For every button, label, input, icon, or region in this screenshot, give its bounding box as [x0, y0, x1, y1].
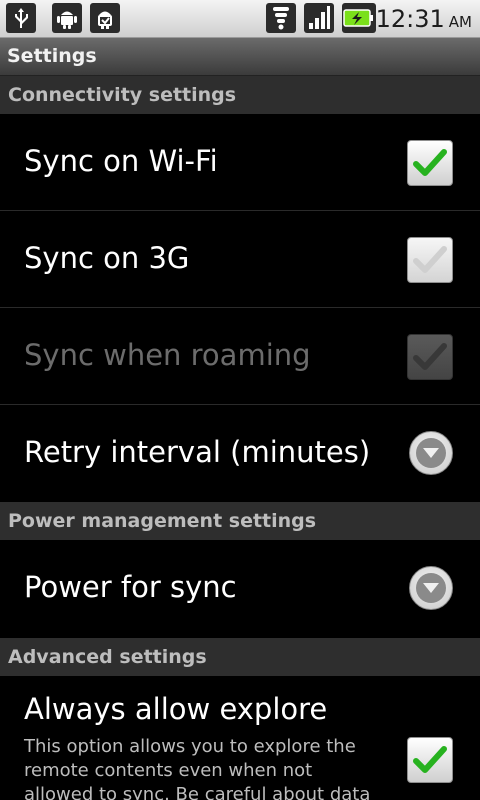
signal-icon [304, 3, 334, 33]
setting-label: Retry interval (minutes) [24, 435, 371, 469]
section-header-advanced: Advanced settings [0, 638, 480, 676]
clock: 12:31 AM [376, 3, 472, 35]
wifi-icon [266, 3, 296, 33]
setting-always-allow-explore[interactable]: Always allow explore This option allows … [0, 676, 480, 800]
setting-description: This option allows you to explore the re… [24, 736, 371, 800]
check-icon [413, 246, 447, 273]
section-header-power: Power management settings [0, 502, 480, 540]
retry-interval-dropdown[interactable] [409, 431, 453, 475]
setting-label: Always allow explore [24, 692, 328, 726]
setting-label: Sync when roaming [24, 338, 311, 372]
chevron-down-icon [416, 438, 446, 468]
battery-charging-icon [342, 3, 376, 33]
setting-retry-interval[interactable]: Retry interval (minutes) [0, 405, 480, 502]
setting-sync-3g[interactable]: Sync on 3G [0, 211, 480, 308]
setting-label: Sync on 3G [24, 241, 190, 275]
always-allow-explore-checkbox[interactable] [407, 737, 453, 783]
page-title: Settings [0, 38, 480, 76]
usb-icon [6, 3, 36, 33]
clock-ampm: AM [448, 13, 472, 31]
sync-roaming-checkbox [407, 334, 453, 380]
sync-wifi-checkbox[interactable] [407, 140, 453, 186]
android-icon [52, 3, 82, 33]
chevron-down-icon [416, 573, 446, 603]
setting-sync-wifi[interactable]: Sync on Wi-Fi [0, 114, 480, 211]
power-for-sync-dropdown[interactable] [409, 566, 453, 610]
setting-label: Power for sync [24, 570, 237, 604]
setting-power-for-sync[interactable]: Power for sync [0, 540, 480, 638]
setting-label: Sync on Wi-Fi [24, 144, 218, 178]
check-icon [413, 746, 447, 773]
status-bar: 12:31 AM [0, 0, 480, 38]
check-icon [413, 343, 447, 370]
setting-sync-roaming: Sync when roaming [0, 308, 480, 405]
debug-icon [90, 3, 120, 33]
section-header-connectivity: Connectivity settings [0, 76, 480, 114]
sync-3g-checkbox[interactable] [407, 237, 453, 283]
check-icon [413, 149, 447, 176]
clock-time: 12:31 [375, 5, 445, 33]
